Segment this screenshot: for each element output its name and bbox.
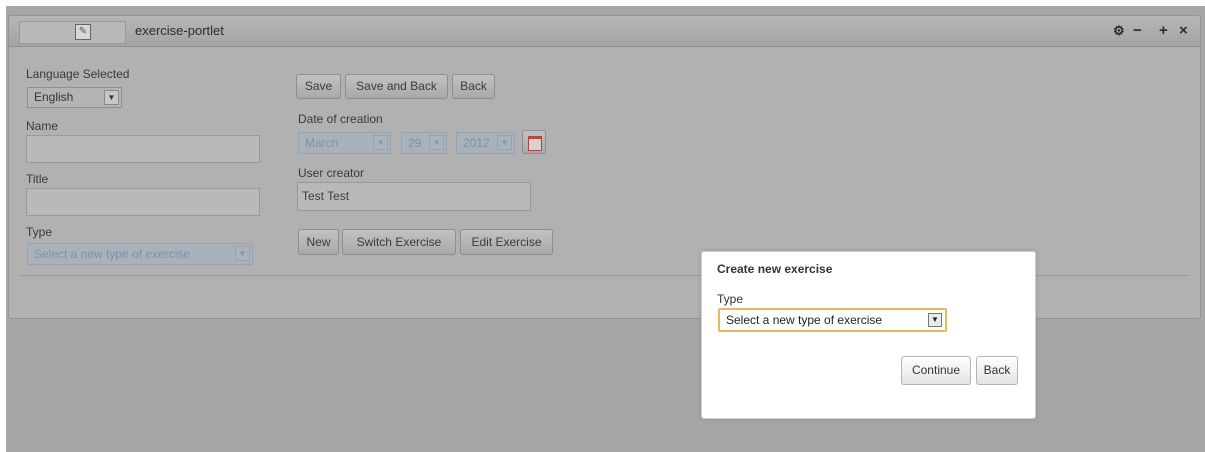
dialog-type-value: Select a new type of exercise [726, 313, 883, 327]
portlet-title: exercise-portlet [135, 23, 224, 38]
language-value: English [34, 90, 74, 104]
language-select[interactable]: English ▼ [27, 87, 122, 108]
dialog-title: Create new exercise [717, 262, 833, 276]
minimize-icon[interactable]: − [1133, 22, 1142, 40]
type-label: Type [26, 225, 53, 239]
chevron-down-icon: ▼ [928, 313, 942, 327]
chevron-down-icon: ▼ [373, 135, 388, 150]
day-value: 29 [408, 136, 422, 150]
chevron-down-icon: ▼ [429, 135, 444, 150]
chevron-down-icon: ▼ [235, 246, 250, 261]
date-label: Date of creation [298, 112, 383, 126]
continue-button[interactable]: Continue [901, 356, 971, 385]
dialog-back-button[interactable]: Back [976, 356, 1018, 385]
type-value: Select a new type of exercise [34, 247, 191, 261]
save-button[interactable]: Save [296, 74, 341, 99]
maximize-icon[interactable]: + [1159, 22, 1168, 40]
dialog-type-select[interactable]: Select a new type of exercise ▼ [718, 308, 947, 332]
portlet-app-icon: ✎ [75, 24, 91, 40]
configure-icon[interactable]: ⚙ [1113, 22, 1125, 40]
edit-exercise-button[interactable]: Edit Exercise [460, 229, 553, 255]
year-value: 2012 [463, 136, 490, 150]
close-icon[interactable]: × [1179, 22, 1188, 40]
save-and-back-button[interactable]: Save and Back [345, 74, 448, 99]
create-exercise-dialog: Create new exercise Type Select a new ty… [701, 251, 1036, 419]
calendar-icon[interactable] [522, 130, 546, 154]
calendar-glyph [528, 136, 542, 151]
name-input[interactable] [26, 135, 260, 163]
dialog-type-label: Type [717, 292, 744, 306]
portlet-title-bar: ✎ exercise-portlet ⚙ − + × [9, 16, 1200, 47]
chevron-down-icon: ▼ [497, 135, 512, 150]
portlet-tab: ✎ [19, 21, 126, 44]
title-label: Title [26, 172, 49, 186]
new-button[interactable]: New [298, 229, 339, 255]
user-creator-input: Test Test [297, 182, 531, 211]
language-label: Language Selected [26, 67, 130, 81]
month-select[interactable]: March ▼ [298, 132, 391, 154]
title-input[interactable] [26, 188, 260, 216]
day-select[interactable]: 29 ▼ [401, 132, 447, 154]
year-select[interactable]: 2012 ▼ [456, 132, 515, 154]
switch-exercise-button[interactable]: Switch Exercise [342, 229, 456, 255]
name-label: Name [26, 119, 59, 133]
chevron-down-icon: ▼ [104, 90, 119, 105]
back-button[interactable]: Back [452, 74, 495, 99]
type-select[interactable]: Select a new type of exercise ▼ [27, 243, 253, 265]
user-creator-label: User creator [298, 166, 365, 180]
month-value: March [305, 136, 339, 150]
